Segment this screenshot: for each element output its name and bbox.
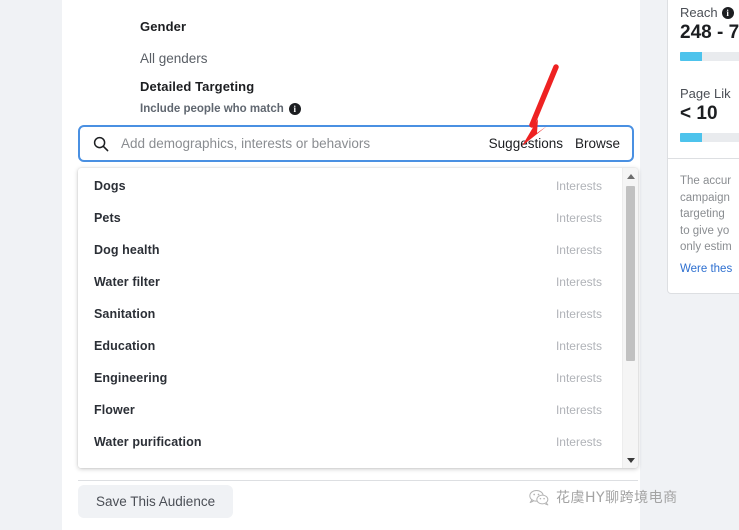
accuracy-note-line: to give yo: [680, 224, 730, 237]
section-divider: [78, 480, 638, 481]
suggestion-row[interactable]: Water purification Interests: [78, 426, 622, 458]
audience-estimate-panel: Reach i 248 - 7 Page Lik < 10 The accur c…: [667, 0, 739, 294]
page-likes-title-row: Page Lik: [680, 86, 739, 101]
suggestions-list: Dogs Interests Pets Interests Dog health Inte…: [78, 168, 622, 468]
suggestion-name: Education: [94, 339, 156, 353]
page-likes-value: < 10: [680, 103, 718, 124]
include-people-text: Include people who match: [140, 103, 284, 115]
suggestion-name: Pets: [94, 211, 121, 225]
wechat-icon: [529, 489, 549, 506]
suggestions-button[interactable]: Suggestions: [489, 136, 563, 151]
suggestion-row[interactable]: Dog health Interests: [78, 234, 622, 266]
browse-button[interactable]: Browse: [575, 136, 620, 151]
reach-bar-track: [680, 52, 739, 61]
suggestion-category: Interests: [555, 211, 602, 225]
suggestions-dropdown: Dogs Interests Pets Interests Dog health Inte…: [78, 168, 638, 468]
suggestion-category: Interests: [555, 179, 602, 193]
suggestion-row[interactable]: Pets Interests: [78, 202, 622, 234]
search-input[interactable]: [121, 136, 481, 151]
screen-root: Gender All genders Detailed Targeting In…: [0, 0, 739, 530]
reach-value: 248 - 7: [680, 22, 739, 43]
suggestion-category: Interests: [555, 307, 602, 321]
suggestion-row[interactable]: Sanitation Interests: [78, 298, 622, 330]
dropdown-scrollbar[interactable]: [622, 168, 638, 468]
accuracy-note-line: The accur: [680, 175, 732, 187]
gender-section: Gender All genders: [140, 19, 208, 66]
scrollbar-thumb[interactable]: [626, 186, 635, 361]
page-likes-bar-track: [680, 133, 739, 142]
suggestion-category: Interests: [555, 339, 602, 353]
suggestion-row[interactable]: Flower Interests: [78, 394, 622, 426]
reach-info-icon[interactable]: i: [721, 6, 734, 19]
search-icon: [93, 136, 109, 152]
suggestion-name: Engineering: [94, 371, 168, 385]
accuracy-note-line: campaign: [680, 191, 730, 204]
suggestion-name: Sanitation: [94, 307, 156, 321]
suggestion-category: Interests: [555, 243, 602, 257]
suggestion-name: Dog health: [94, 243, 160, 257]
suggestion-row[interactable]: Water filter Interests: [78, 266, 622, 298]
reach-title-row: Reach i: [680, 5, 739, 20]
suggestion-name: Water filter: [94, 275, 161, 289]
suggestion-row[interactable]: Engineering Interests: [78, 362, 622, 394]
suggestion-category: Interests: [555, 435, 602, 449]
suggestion-row[interactable]: Education Interests: [78, 330, 622, 362]
suggestion-category: Interests: [555, 371, 602, 385]
targeting-search-box[interactable]: Suggestions Browse: [78, 125, 634, 162]
were-these-link[interactable]: Were thes: [680, 263, 732, 275]
panel-separator: [668, 158, 739, 159]
accuracy-note-line: only estim: [680, 241, 732, 253]
suggestion-name: Water purification: [94, 435, 202, 449]
accuracy-note: The accur campaign targeting to give yo only…: [680, 173, 739, 256]
include-people-sublabel: Include people who match i: [140, 103, 301, 115]
left-gutter: [0, 0, 62, 530]
save-this-audience-button[interactable]: Save This Audience: [78, 485, 234, 518]
gender-label: Gender: [140, 19, 187, 34]
page-likes-label: Page Lik: [680, 86, 731, 101]
suggestion-row[interactable]: Dogs Interests: [78, 170, 622, 202]
accuracy-note-line: targeting: [680, 208, 725, 220]
suggestion-name: Flower: [94, 403, 135, 417]
gender-value: All genders: [140, 51, 208, 66]
suggestion-category: Interests: [555, 275, 602, 289]
scroll-up-arrow[interactable]: [623, 168, 638, 184]
page-likes-metric: Page Lik < 10: [680, 86, 739, 142]
suggestion-name: Dogs: [94, 179, 126, 193]
reach-label: Reach: [680, 5, 718, 20]
watermark-text: 花虞HY聊跨境电商: [556, 490, 678, 506]
info-icon[interactable]: i: [288, 103, 301, 115]
page-likes-bar-fill: [680, 133, 703, 142]
detailed-targeting-section: Detailed Targeting Include people who ma…: [140, 79, 301, 115]
reach-metric: Reach i 248 - 7: [680, 5, 739, 61]
search-actions: Suggestions Browse: [489, 136, 620, 151]
scroll-down-arrow[interactable]: [623, 452, 638, 468]
reach-bar-fill: [680, 52, 703, 61]
suggestion-category: Interests: [555, 403, 602, 417]
watermark: 花虞HY聊跨境电商: [529, 487, 678, 507]
detailed-targeting-label: Detailed Targeting: [140, 79, 255, 94]
